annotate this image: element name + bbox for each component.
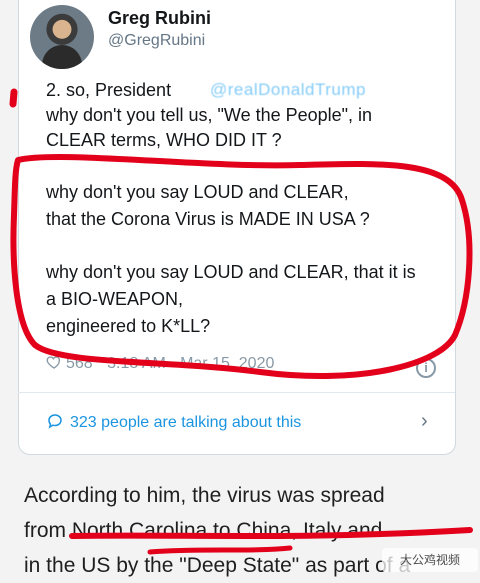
tweet-line-4: why don't you say LOUD and CLEAR,	[46, 182, 349, 202]
author-handle[interactable]: @GregRubini	[108, 32, 205, 50]
tweet-line-5: that the Corona Virus is MADE IN USA ?	[46, 209, 370, 229]
author-name[interactable]: Greg Rubini	[108, 8, 211, 29]
watermark-text: 大公鸡视频	[399, 553, 460, 567]
tweet-line-7: a BIO-WEAPON,	[46, 289, 184, 309]
heart-icon[interactable]	[46, 354, 62, 370]
tweet-line-3: CLEAR terms, WHO DID IT ?	[46, 130, 282, 150]
article-line-2: from North Carolina to China, Italy and	[24, 519, 383, 542]
watermark: 大公鸡视频	[382, 548, 478, 572]
conversation-link[interactable]: 323 people are talking about this	[46, 412, 301, 432]
tweet-line-6: why don't you say LOUD and CLEAR, that i…	[46, 262, 416, 282]
chevron-right-icon[interactable]: ›	[421, 410, 428, 433]
red-mark-left	[9, 88, 18, 108]
tweet-line-8: engineered to K*LL?	[46, 316, 211, 336]
conversation-label: 323 people are talking about this	[70, 414, 302, 431]
article-line-1: According to him, the virus was spread	[24, 484, 385, 507]
avatar[interactable]	[30, 5, 94, 69]
tweet-line-2: why don't you tell us, "We the People", …	[46, 105, 373, 125]
like-count: 568	[66, 355, 93, 372]
tweet-line-1: 2. so, President	[46, 80, 172, 100]
tweet-timestamp[interactable]: 3:18 AM · Mar 15, 2020	[107, 355, 274, 372]
divider	[18, 392, 455, 393]
tweet-meta: 568 3:18 AM · Mar 15, 2020	[46, 354, 274, 373]
info-icon[interactable]: i	[416, 358, 436, 378]
article-line-3: in the US by the "Deep State" as part of…	[24, 554, 411, 577]
mention-link[interactable]: @realDonaldTrump	[210, 80, 366, 100]
avatar-figure	[42, 45, 82, 69]
speech-bubble-icon	[46, 412, 64, 430]
